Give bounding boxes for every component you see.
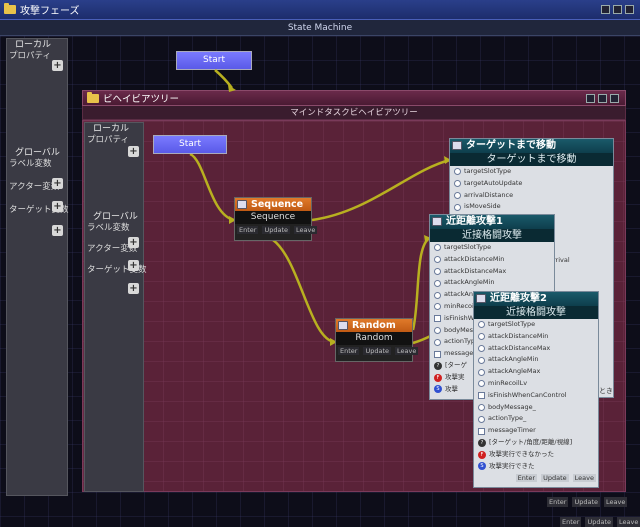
radio-icon (478, 415, 485, 423)
melee2-row[interactable]: attackDistanceMax (474, 343, 598, 355)
radio-icon (454, 168, 461, 176)
link-sequence-random (272, 238, 336, 344)
sequence-title: Sequence (251, 199, 304, 210)
radio-icon (478, 356, 485, 364)
checkbox-icon (478, 427, 485, 435)
melee2-enter[interactable]: Enter (515, 474, 538, 483)
melee2-extra[interactable]: S 攻撃実行できた (474, 461, 598, 473)
checkbox-icon (434, 350, 441, 358)
melee1-side-text: とき (599, 387, 613, 395)
sequence-subtitle: Sequence (235, 211, 311, 224)
success-icon: S (434, 385, 442, 394)
melee2-row[interactable]: attackAngleMin (474, 354, 598, 366)
melee2-row[interactable]: attackAngleMax (474, 366, 598, 378)
melee2-row[interactable]: attackDistanceMin (474, 331, 598, 343)
radio-icon (434, 267, 441, 275)
fail-icon: F (434, 373, 442, 382)
random-leave[interactable]: Leave (395, 347, 419, 355)
melee2-title: 近距離攻撃2 (490, 293, 547, 304)
radio-icon (454, 203, 461, 211)
random-update[interactable]: Update (363, 347, 391, 355)
link-start-sequence (189, 152, 235, 222)
radio-icon (434, 303, 441, 311)
random-title: Random (352, 320, 396, 331)
radio-icon (478, 321, 485, 329)
link-random-melee1 (411, 236, 431, 331)
random-subtitle: Random (336, 332, 412, 345)
radio-icon (478, 368, 485, 376)
random-node[interactable]: Random Random Enter Update Leave (335, 318, 419, 362)
radio-icon (434, 326, 441, 334)
radio-icon (478, 344, 485, 352)
sequence-enter[interactable]: Enter (237, 226, 259, 234)
melee-attack-2-node[interactable]: 近距離攻撃2 近接格闘攻撃 targetSlotType attackDista… (473, 291, 599, 488)
node-icon (452, 141, 462, 150)
sequence-footer: Enter Update Leave (235, 224, 318, 236)
sequence-leave[interactable]: Leave (294, 226, 318, 234)
melee2-extra[interactable]: F 攻撃実行できなかった (474, 449, 598, 461)
radio-icon (434, 244, 441, 252)
question-icon: ? (478, 438, 486, 447)
node-icon (237, 200, 247, 209)
melee2-subtitle: 近接格闘攻撃 (474, 306, 598, 319)
sm-footer: Enter Update Leave (560, 517, 640, 527)
melee2-footer: Enter Update Leave (474, 472, 598, 484)
melee2-row[interactable]: targetSlotType (474, 319, 598, 331)
melee2-row[interactable]: actionType_ (474, 413, 598, 425)
melee2-row[interactable]: isFinishWhenCanControl (474, 390, 598, 402)
melee1-row[interactable]: targetSlotType (430, 242, 554, 254)
link-sequence-move (311, 158, 451, 222)
sm-leave[interactable]: Leave (617, 517, 640, 527)
move-row[interactable]: arrivalDistance (450, 190, 613, 202)
melee1-row[interactable]: attackDistanceMax (430, 266, 554, 278)
radio-icon (478, 380, 485, 388)
melee1-row[interactable]: attackAngleMin (430, 277, 554, 289)
melee2-row[interactable]: minRecoilLv (474, 378, 598, 390)
radio-icon (478, 333, 485, 341)
bt-leave[interactable]: Leave (604, 497, 628, 507)
sequence-node[interactable]: Sequence Sequence Enter Update Leave (234, 197, 318, 241)
radio-icon (434, 291, 441, 299)
radio-icon (478, 403, 485, 411)
node-icon (338, 321, 348, 330)
link-sm-start (214, 69, 233, 89)
move-row[interactable]: targetAutoUpdate (450, 178, 613, 190)
radio-icon (434, 338, 441, 346)
bt-update[interactable]: Update (572, 497, 600, 507)
melee2-row[interactable]: messageTimer (474, 425, 598, 437)
sequence-update[interactable]: Update (262, 226, 290, 234)
success-icon: S (478, 462, 486, 471)
node-icon (476, 294, 486, 303)
radio-icon (454, 180, 461, 188)
node-icon (432, 217, 442, 226)
melee2-extra[interactable]: ? [ターゲット/角度/距離/視線] (474, 437, 598, 449)
sm-update[interactable]: Update (585, 517, 613, 527)
radio-icon (454, 191, 461, 199)
melee1-title: 近距離攻撃1 (446, 216, 503, 227)
melee2-row[interactable]: bodyMessage_ (474, 402, 598, 414)
random-enter[interactable]: Enter (338, 347, 360, 355)
bt-enter[interactable]: Enter (547, 497, 569, 507)
melee1-subtitle: 近接格闘攻撃 (430, 229, 554, 242)
bt-start-node[interactable]: Start (153, 135, 227, 154)
fail-icon: F (478, 450, 486, 459)
melee1-row[interactable]: attackDistanceMin (430, 254, 554, 266)
move-row[interactable]: isMoveSide (450, 201, 613, 213)
checkbox-icon (434, 315, 441, 323)
move-subtitle: ターゲットまで移動 (450, 153, 613, 166)
bt-footer: Enter Update Leave (547, 497, 628, 507)
move-title: ターゲットまで移動 (466, 140, 556, 151)
move-row[interactable]: targetSlotType (450, 166, 613, 178)
sm-enter[interactable]: Enter (560, 517, 582, 527)
question-icon: ? (434, 361, 442, 370)
melee2-update[interactable]: Update (541, 474, 569, 483)
melee2-leave[interactable]: Leave (572, 474, 596, 483)
checkbox-icon (478, 392, 485, 400)
random-footer: Enter Update Leave (336, 345, 419, 357)
radio-icon (434, 256, 441, 264)
move-side-text: rrival (553, 256, 570, 264)
radio-icon (434, 279, 441, 287)
